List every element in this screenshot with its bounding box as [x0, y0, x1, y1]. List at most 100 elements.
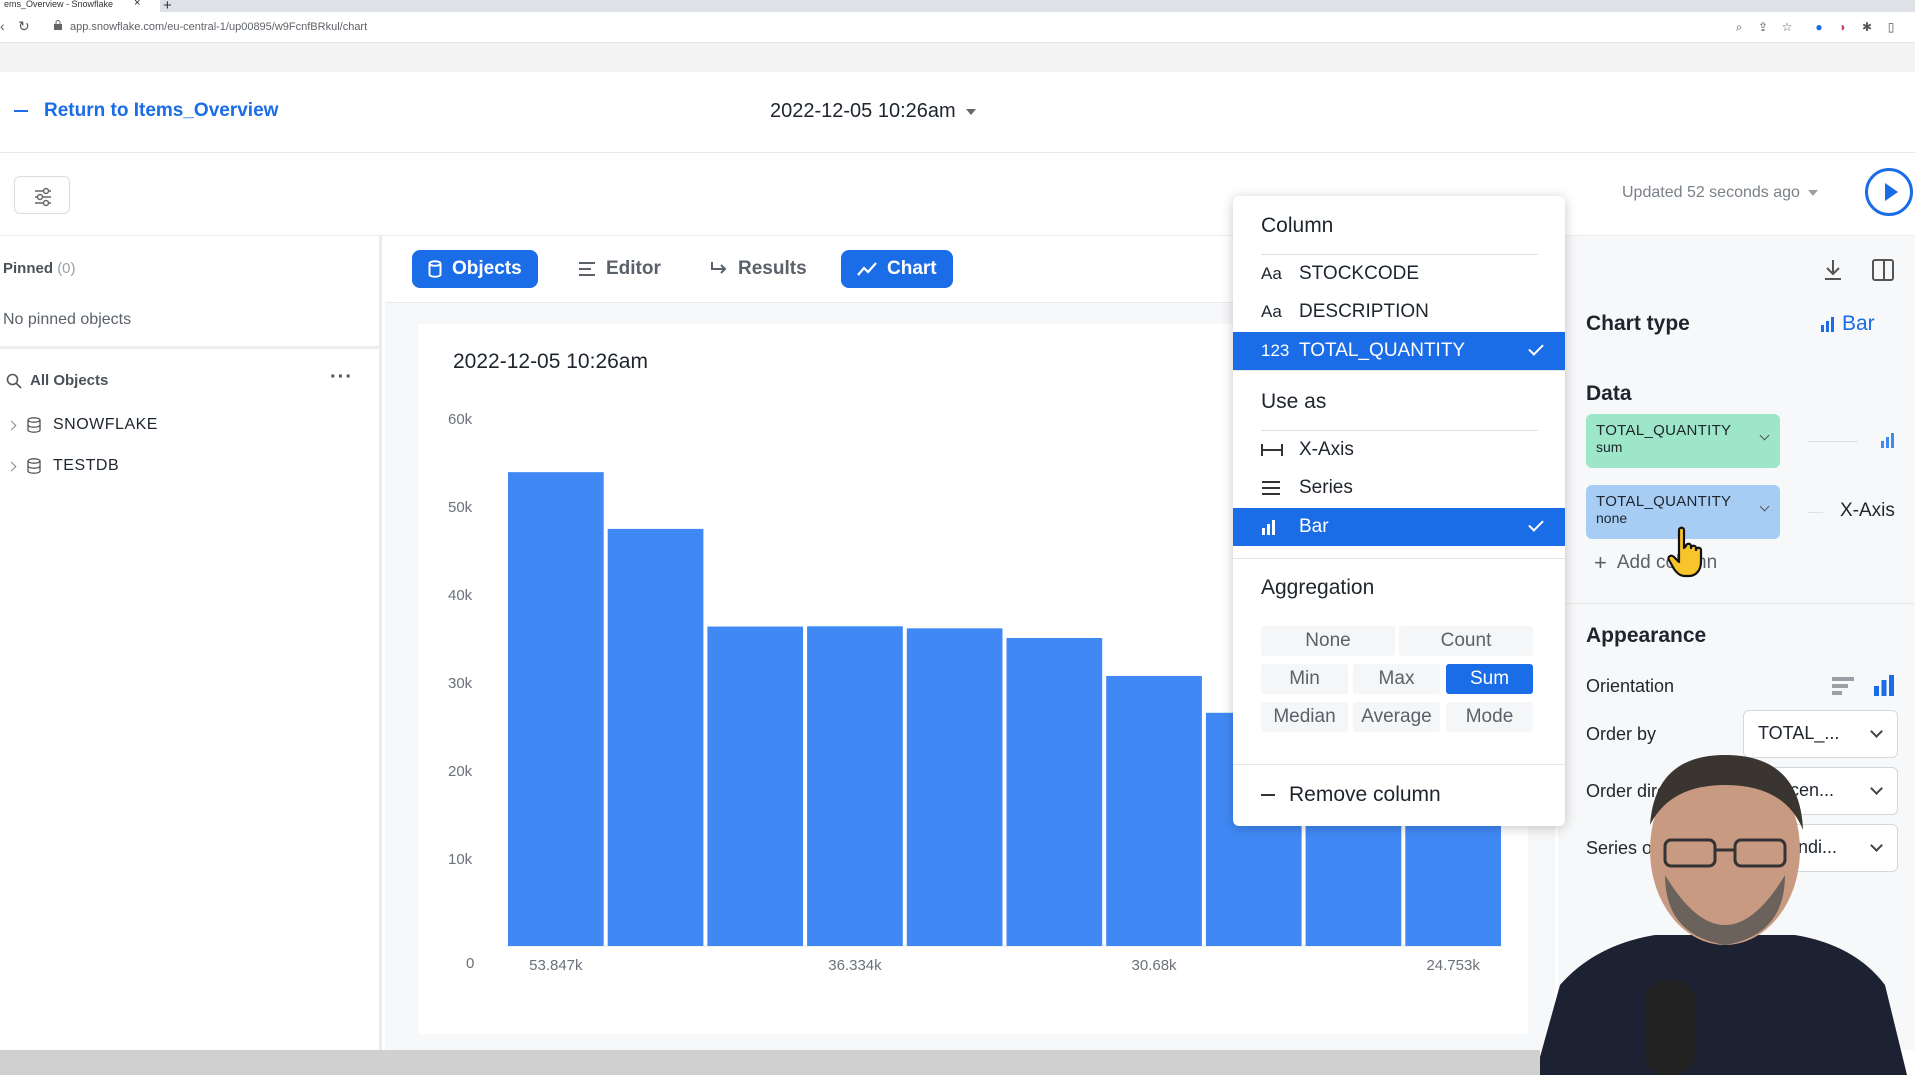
- agg-min[interactable]: Min: [1261, 664, 1348, 694]
- star-icon[interactable]: ☆: [1780, 20, 1794, 34]
- panel-divider: [1558, 603, 1915, 604]
- database-name: SNOWFLAKE: [53, 416, 158, 433]
- x-tick-label: 24.753k: [1426, 957, 1480, 974]
- minus-icon: [1261, 794, 1275, 796]
- chart-bar[interactable]: [1106, 676, 1202, 946]
- data-label: Data: [1586, 382, 1632, 405]
- return-link[interactable]: Return to Items_Overview: [14, 100, 278, 122]
- screen-bottom-bar: [0, 1050, 1540, 1075]
- pill-column-name: TOTAL_QUANTITY: [1596, 422, 1732, 439]
- extension-icon[interactable]: ●: [1812, 20, 1826, 34]
- more-options-icon[interactable]: ···: [330, 366, 353, 389]
- agg-count[interactable]: Count: [1399, 626, 1533, 656]
- column-option-stockcode[interactable]: Aa STOCKCODE: [1233, 255, 1565, 293]
- lines-icon: [579, 262, 595, 276]
- chart-bar[interactable]: [607, 528, 704, 946]
- popover-separator: [1233, 558, 1565, 559]
- return-label: Return to Items_Overview: [44, 100, 279, 121]
- search-icon: [6, 373, 22, 389]
- y-tick-label: 30k: [448, 675, 473, 692]
- plus-icon: +: [1594, 550, 1607, 575]
- zoom-icon[interactable]: ⌕: [1732, 20, 1746, 34]
- browser-tab[interactable]: ems_Overview - Snowflake ×: [0, 0, 160, 12]
- pill-column-name: TOTAL_QUANTITY: [1596, 493, 1732, 510]
- share-icon[interactable]: ⇪: [1756, 20, 1770, 34]
- aggregation-heading: Aggregation: [1261, 576, 1375, 599]
- column-option-label: TOTAL_QUANTITY: [1299, 340, 1466, 361]
- tab-results[interactable]: Results: [694, 250, 823, 288]
- database-item[interactable]: SNOWFLAKE: [6, 416, 158, 434]
- tab-label: Chart: [887, 258, 937, 279]
- tab-chart[interactable]: Chart: [841, 250, 953, 288]
- pinned-label: Pinned: [3, 260, 54, 277]
- orientation-label: Orientation: [1586, 676, 1675, 696]
- use-as-label: Series: [1299, 477, 1353, 498]
- connector-line: [1808, 441, 1858, 442]
- tab-editor[interactable]: Editor: [562, 250, 677, 288]
- chart-bar[interactable]: [1006, 638, 1103, 946]
- pinned-count: (0): [57, 260, 76, 277]
- pocket-icon[interactable]: ◗: [1836, 20, 1850, 34]
- url-text[interactable]: app.snowflake.com/eu-central-1/up00895/w…: [70, 21, 367, 33]
- filter-button[interactable]: [14, 176, 70, 214]
- sidebar-divider: [0, 346, 382, 349]
- y-tick-label: 0: [466, 955, 474, 972]
- tab-label: Objects: [452, 258, 522, 279]
- agg-average[interactable]: Average: [1353, 702, 1440, 732]
- y-tick-label: 50k: [448, 499, 473, 516]
- database-name: TESTDB: [53, 457, 120, 474]
- agg-none[interactable]: None: [1261, 626, 1395, 656]
- use-as-series[interactable]: Series: [1233, 469, 1565, 507]
- chart-bar[interactable]: [807, 626, 903, 946]
- agg-sum[interactable]: Sum: [1446, 664, 1533, 694]
- column-option-description[interactable]: Aa DESCRIPTION: [1233, 293, 1565, 331]
- back-arrow-icon[interactable]: ‹: [0, 18, 5, 34]
- column-settings-popover: Column Aa STOCKCODE Aa DESCRIPTION 123 T…: [1233, 196, 1565, 826]
- run-button[interactable]: [1865, 168, 1913, 216]
- order-by-label: Order by: [1586, 724, 1657, 744]
- all-objects-search[interactable]: All Objects: [6, 372, 108, 389]
- chart-bar[interactable]: [707, 626, 804, 946]
- data-column-pill[interactable]: TOTAL_QUANTITY sum: [1586, 414, 1780, 468]
- address-bar: ‹ ↻ app.snowflake.com/eu-central-1/up008…: [0, 12, 1915, 43]
- database-icon: [27, 458, 41, 474]
- use-as-x-axis[interactable]: X-Axis: [1233, 431, 1565, 469]
- connector-line: [1808, 512, 1823, 513]
- remove-column-label: Remove column: [1289, 783, 1441, 806]
- sidepanel-icon[interactable]: ▯: [1884, 20, 1898, 34]
- x-tick-label: 30.68k: [1132, 957, 1178, 974]
- line-chart-icon: [857, 262, 877, 276]
- puzzle-icon[interactable]: ✱: [1860, 20, 1874, 34]
- sliders-icon: [35, 187, 51, 207]
- horizontal-bars-icon[interactable]: [1831, 676, 1855, 696]
- column-role[interactable]: X-Axis: [1840, 500, 1895, 522]
- checkmark-icon: [1528, 340, 1544, 356]
- pill-aggregation: sum: [1596, 439, 1623, 455]
- chart-bar[interactable]: [906, 628, 1003, 946]
- series-icon: [1262, 481, 1280, 495]
- tab-label: Results: [738, 258, 807, 279]
- column-option-total-quantity[interactable]: 123 TOTAL_QUANTITY: [1233, 332, 1565, 370]
- chart-type-select[interactable]: Bar: [1820, 312, 1875, 336]
- tab-objects[interactable]: Objects: [412, 250, 538, 288]
- agg-mode[interactable]: Mode: [1446, 702, 1533, 732]
- bar-chart-icon: [1262, 520, 1275, 535]
- agg-median[interactable]: Median: [1261, 702, 1348, 732]
- use-as-bar[interactable]: Bar: [1233, 508, 1565, 546]
- chevron-right-icon[interactable]: [6, 461, 17, 471]
- appearance-label: Appearance: [1586, 624, 1707, 647]
- agg-max[interactable]: Max: [1353, 664, 1440, 694]
- download-icon[interactable]: [1822, 258, 1844, 282]
- reload-icon[interactable]: ↻: [18, 18, 30, 35]
- database-item[interactable]: TESTDB: [6, 457, 120, 475]
- chevron-right-icon[interactable]: [6, 420, 17, 430]
- remove-column-button[interactable]: Remove column: [1233, 776, 1565, 814]
- chart-bar[interactable]: [508, 472, 604, 946]
- worksheet-title[interactable]: 2022-12-05 10:26am: [770, 100, 976, 123]
- vertical-bars-icon[interactable]: [1873, 674, 1895, 696]
- use-as-heading: Use as: [1261, 390, 1327, 413]
- use-as-label: Bar: [1299, 516, 1329, 537]
- close-tab-icon[interactable]: ×: [134, 0, 140, 9]
- split-view-icon[interactable]: [1871, 258, 1895, 282]
- updated-status[interactable]: Updated 52 seconds ago: [1622, 184, 1818, 202]
